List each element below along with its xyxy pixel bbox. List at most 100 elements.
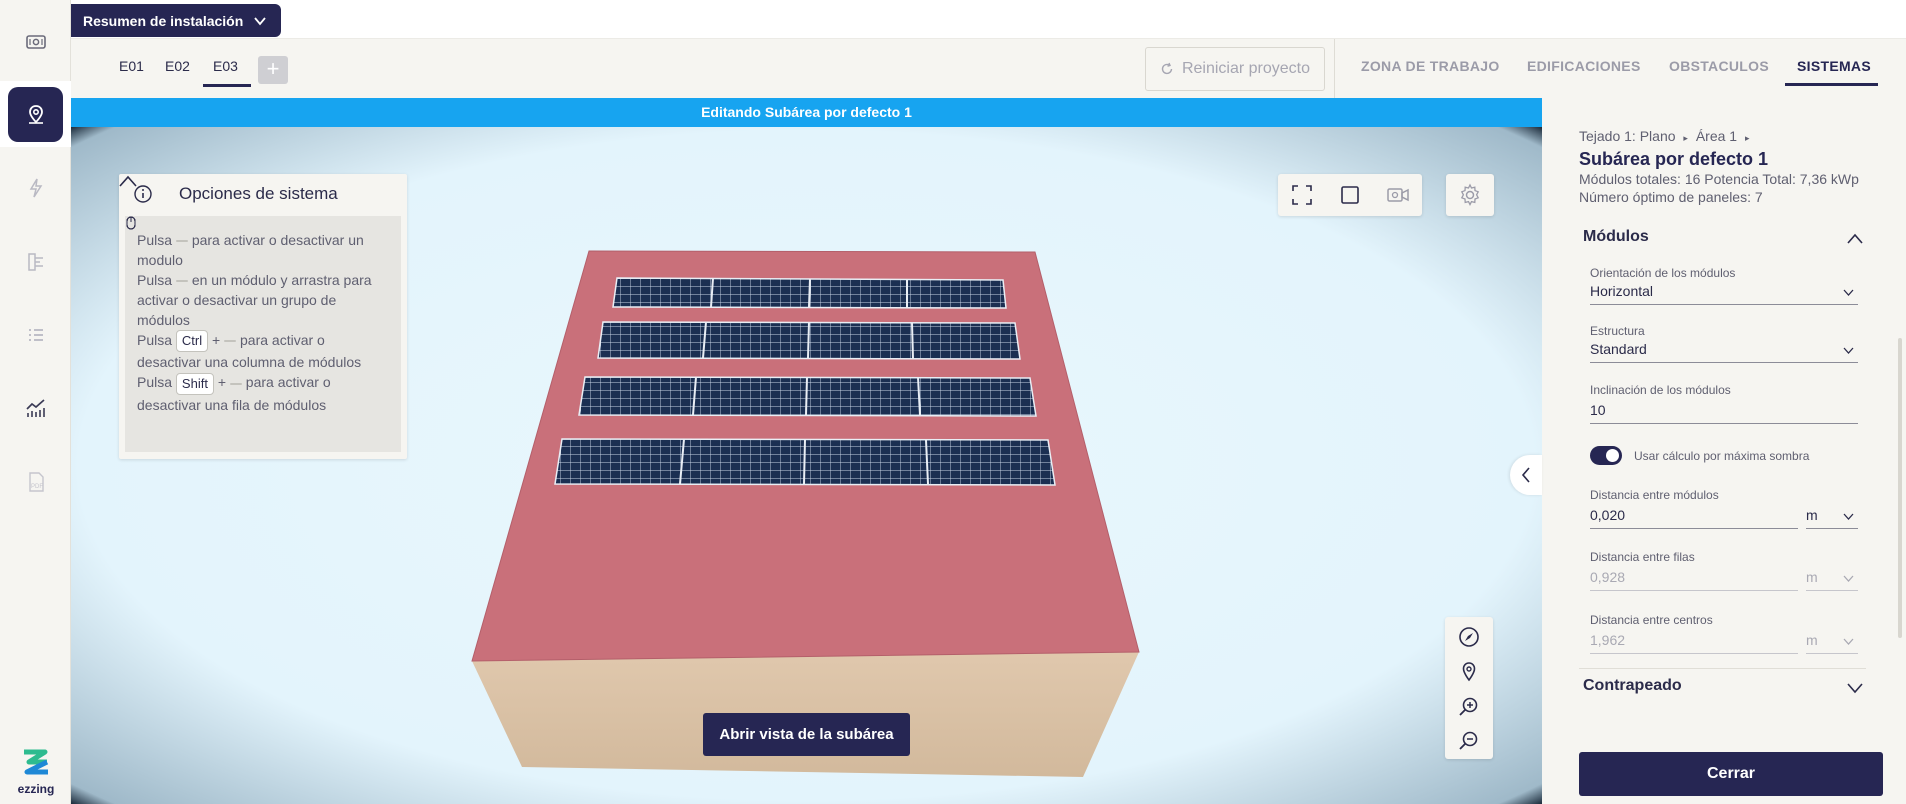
row-distance-label: Distancia entre filas [1590, 550, 1695, 564]
close-button[interactable]: Cerrar [1579, 752, 1883, 796]
ezzing-logo: ezzing [14, 748, 58, 796]
system-options-panel: Opciones de sistema Pulsa para activar o… [119, 174, 407, 459]
row-distance-input[interactable]: 0,928 [1590, 569, 1798, 591]
camera-icon[interactable] [1385, 182, 1411, 208]
top-bar [71, 0, 1906, 39]
panel-scrollbar[interactable] [1898, 338, 1902, 638]
breadcrumb-separator-icon: ▸ [1744, 133, 1750, 143]
max-shadow-toggle[interactable] [1590, 446, 1622, 465]
module-distance-unit-select[interactable]: m [1806, 507, 1858, 529]
mouse-click-key [126, 216, 188, 283]
square-view-icon[interactable] [1337, 182, 1363, 208]
modules-section-header[interactable]: Módulos [1583, 228, 1863, 252]
help-line-toggle-module: Pulsa para activar o desactivar un modul… [126, 216, 391, 270]
optimal-panels: Número óptimo de paneles: 7 [1579, 189, 1763, 205]
modules-section-title: Módulos [1583, 228, 1649, 245]
breadcrumb-roof[interactable]: Tejado 1: Plano [1579, 128, 1676, 144]
solar-panel-row-1[interactable] [612, 277, 1007, 309]
orientation-select[interactable]: Horizontal [1590, 283, 1858, 305]
tab-e03-underline [203, 84, 251, 87]
module-distance-unit: m [1806, 507, 1818, 523]
restart-project-button[interactable]: Reiniciar proyecto [1145, 47, 1325, 91]
zoom-in-icon[interactable] [1457, 695, 1481, 719]
mouse-icon [126, 216, 136, 230]
structure-value: Standard [1590, 341, 1647, 357]
navigation-tools-group [1445, 617, 1493, 759]
install-summary-label: Resumen de instalación [83, 12, 244, 29]
breadcrumb-separator-icon: ▸ [1683, 133, 1688, 143]
money-icon [25, 34, 46, 49]
orientation-value: Horizontal [1590, 283, 1654, 299]
solar-panel-row-4[interactable] [554, 438, 1056, 486]
tab-zona-de-trabajo[interactable]: ZONA DE TRABAJO [1361, 58, 1500, 74]
3d-viewport[interactable]: Editando Subárea por defecto 1 Opciones … [71, 98, 1542, 804]
zoom-out-icon[interactable] [1457, 729, 1481, 753]
chevron-down-icon [1843, 347, 1854, 354]
help-line-drag-group: Pulsa en un módulo y arrastra para activ… [126, 216, 391, 330]
rail-pdf-button[interactable]: PDF [8, 454, 63, 509]
center-distance-input[interactable]: 1,962 [1590, 632, 1798, 654]
tab-e01[interactable]: E01 [119, 58, 144, 86]
add-building-button[interactable]: + [258, 56, 288, 84]
list-icon [28, 328, 43, 341]
system-options-header[interactable]: Opciones de sistema [119, 174, 407, 212]
3d-scene[interactable]: Opciones de sistema Pulsa para activar o… [71, 127, 1542, 804]
scene-settings-button[interactable] [1446, 174, 1494, 216]
tab-e03[interactable]: E03 [213, 58, 238, 86]
tab-e02[interactable]: E02 [165, 58, 190, 86]
toolbar-divider [1334, 39, 1335, 98]
chevron-up-icon[interactable] [119, 174, 137, 188]
plywood-section-title: Contrapeado [1583, 677, 1682, 694]
tilt-input[interactable]: 10 [1590, 402, 1858, 424]
editing-banner: Editando Subárea por defecto 1 [71, 98, 1542, 127]
svg-text:PDF: PDF [31, 484, 43, 490]
chart-icon [25, 398, 45, 417]
rail-energy-button[interactable] [8, 160, 63, 215]
structure-select[interactable]: Standard [1590, 341, 1858, 363]
rail-diagram-button[interactable] [8, 234, 63, 289]
solar-panel-row-2[interactable] [597, 321, 1021, 360]
chevron-down-icon [1843, 513, 1854, 520]
chevron-down-icon [254, 16, 266, 25]
location-pin-icon[interactable] [1457, 660, 1481, 684]
tilt-label: Inclinación de los módulos [1590, 383, 1731, 397]
center-distance-unit-select[interactable]: m [1806, 632, 1858, 654]
ezzing-logo-icon [24, 749, 49, 775]
refresh-icon [1161, 62, 1173, 75]
left-rail: PDF ezzing [0, 0, 71, 804]
breadcrumb-area[interactable]: Área 1 [1696, 128, 1737, 144]
chevron-down-icon [1847, 683, 1863, 694]
chevron-down-icon [1843, 638, 1854, 645]
breadcrumb: Tejado 1: Plano ▸ Área 1 ▸ [1579, 128, 1750, 144]
fullscreen-icon[interactable] [1289, 182, 1315, 208]
ctrl-key: Ctrl [175, 330, 209, 353]
chevron-up-icon [1847, 233, 1863, 244]
module-distance-label: Distancia entre módulos [1590, 488, 1719, 502]
mouse-click-key [126, 216, 188, 243]
system-options-help: Pulsa para activar o desactivar un modul… [125, 216, 401, 452]
rail-list-button[interactable] [8, 307, 63, 362]
schema-icon [27, 252, 43, 271]
solar-panel-row-3[interactable] [578, 376, 1037, 417]
section-divider [1579, 668, 1866, 669]
open-subarea-view-button[interactable]: Abrir vista de la subárea [703, 713, 910, 756]
tab-edificaciones[interactable]: EDIFICACIONES [1527, 58, 1641, 74]
tab-obstaculos[interactable]: OBSTACULOS [1669, 58, 1769, 74]
rail-map-button[interactable] [8, 87, 63, 142]
panel-collapse-handle[interactable] [1510, 455, 1542, 495]
rail-chart-button[interactable] [8, 380, 63, 435]
chevron-down-icon [1843, 575, 1854, 582]
plywood-section-header[interactable]: Contrapeado [1583, 677, 1863, 701]
tab-sistemas[interactable]: SISTEMAS [1797, 58, 1871, 74]
install-summary-dropdown[interactable]: Resumen de instalación [71, 4, 282, 37]
max-shadow-toggle-label: Usar cálculo por máxima sombra [1634, 449, 1810, 463]
lightning-icon [29, 178, 42, 197]
view-tools-group [1278, 174, 1422, 216]
shift-key: Shift [175, 372, 214, 395]
compass-icon[interactable] [1457, 625, 1481, 649]
rail-budget-button[interactable] [8, 14, 63, 69]
subarea-title: Subárea por defecto 1 [1579, 149, 1769, 169]
row-distance-unit: m [1806, 569, 1818, 585]
row-distance-unit-select[interactable]: m [1806, 569, 1858, 591]
module-distance-input[interactable]: 0,020 [1590, 507, 1798, 529]
